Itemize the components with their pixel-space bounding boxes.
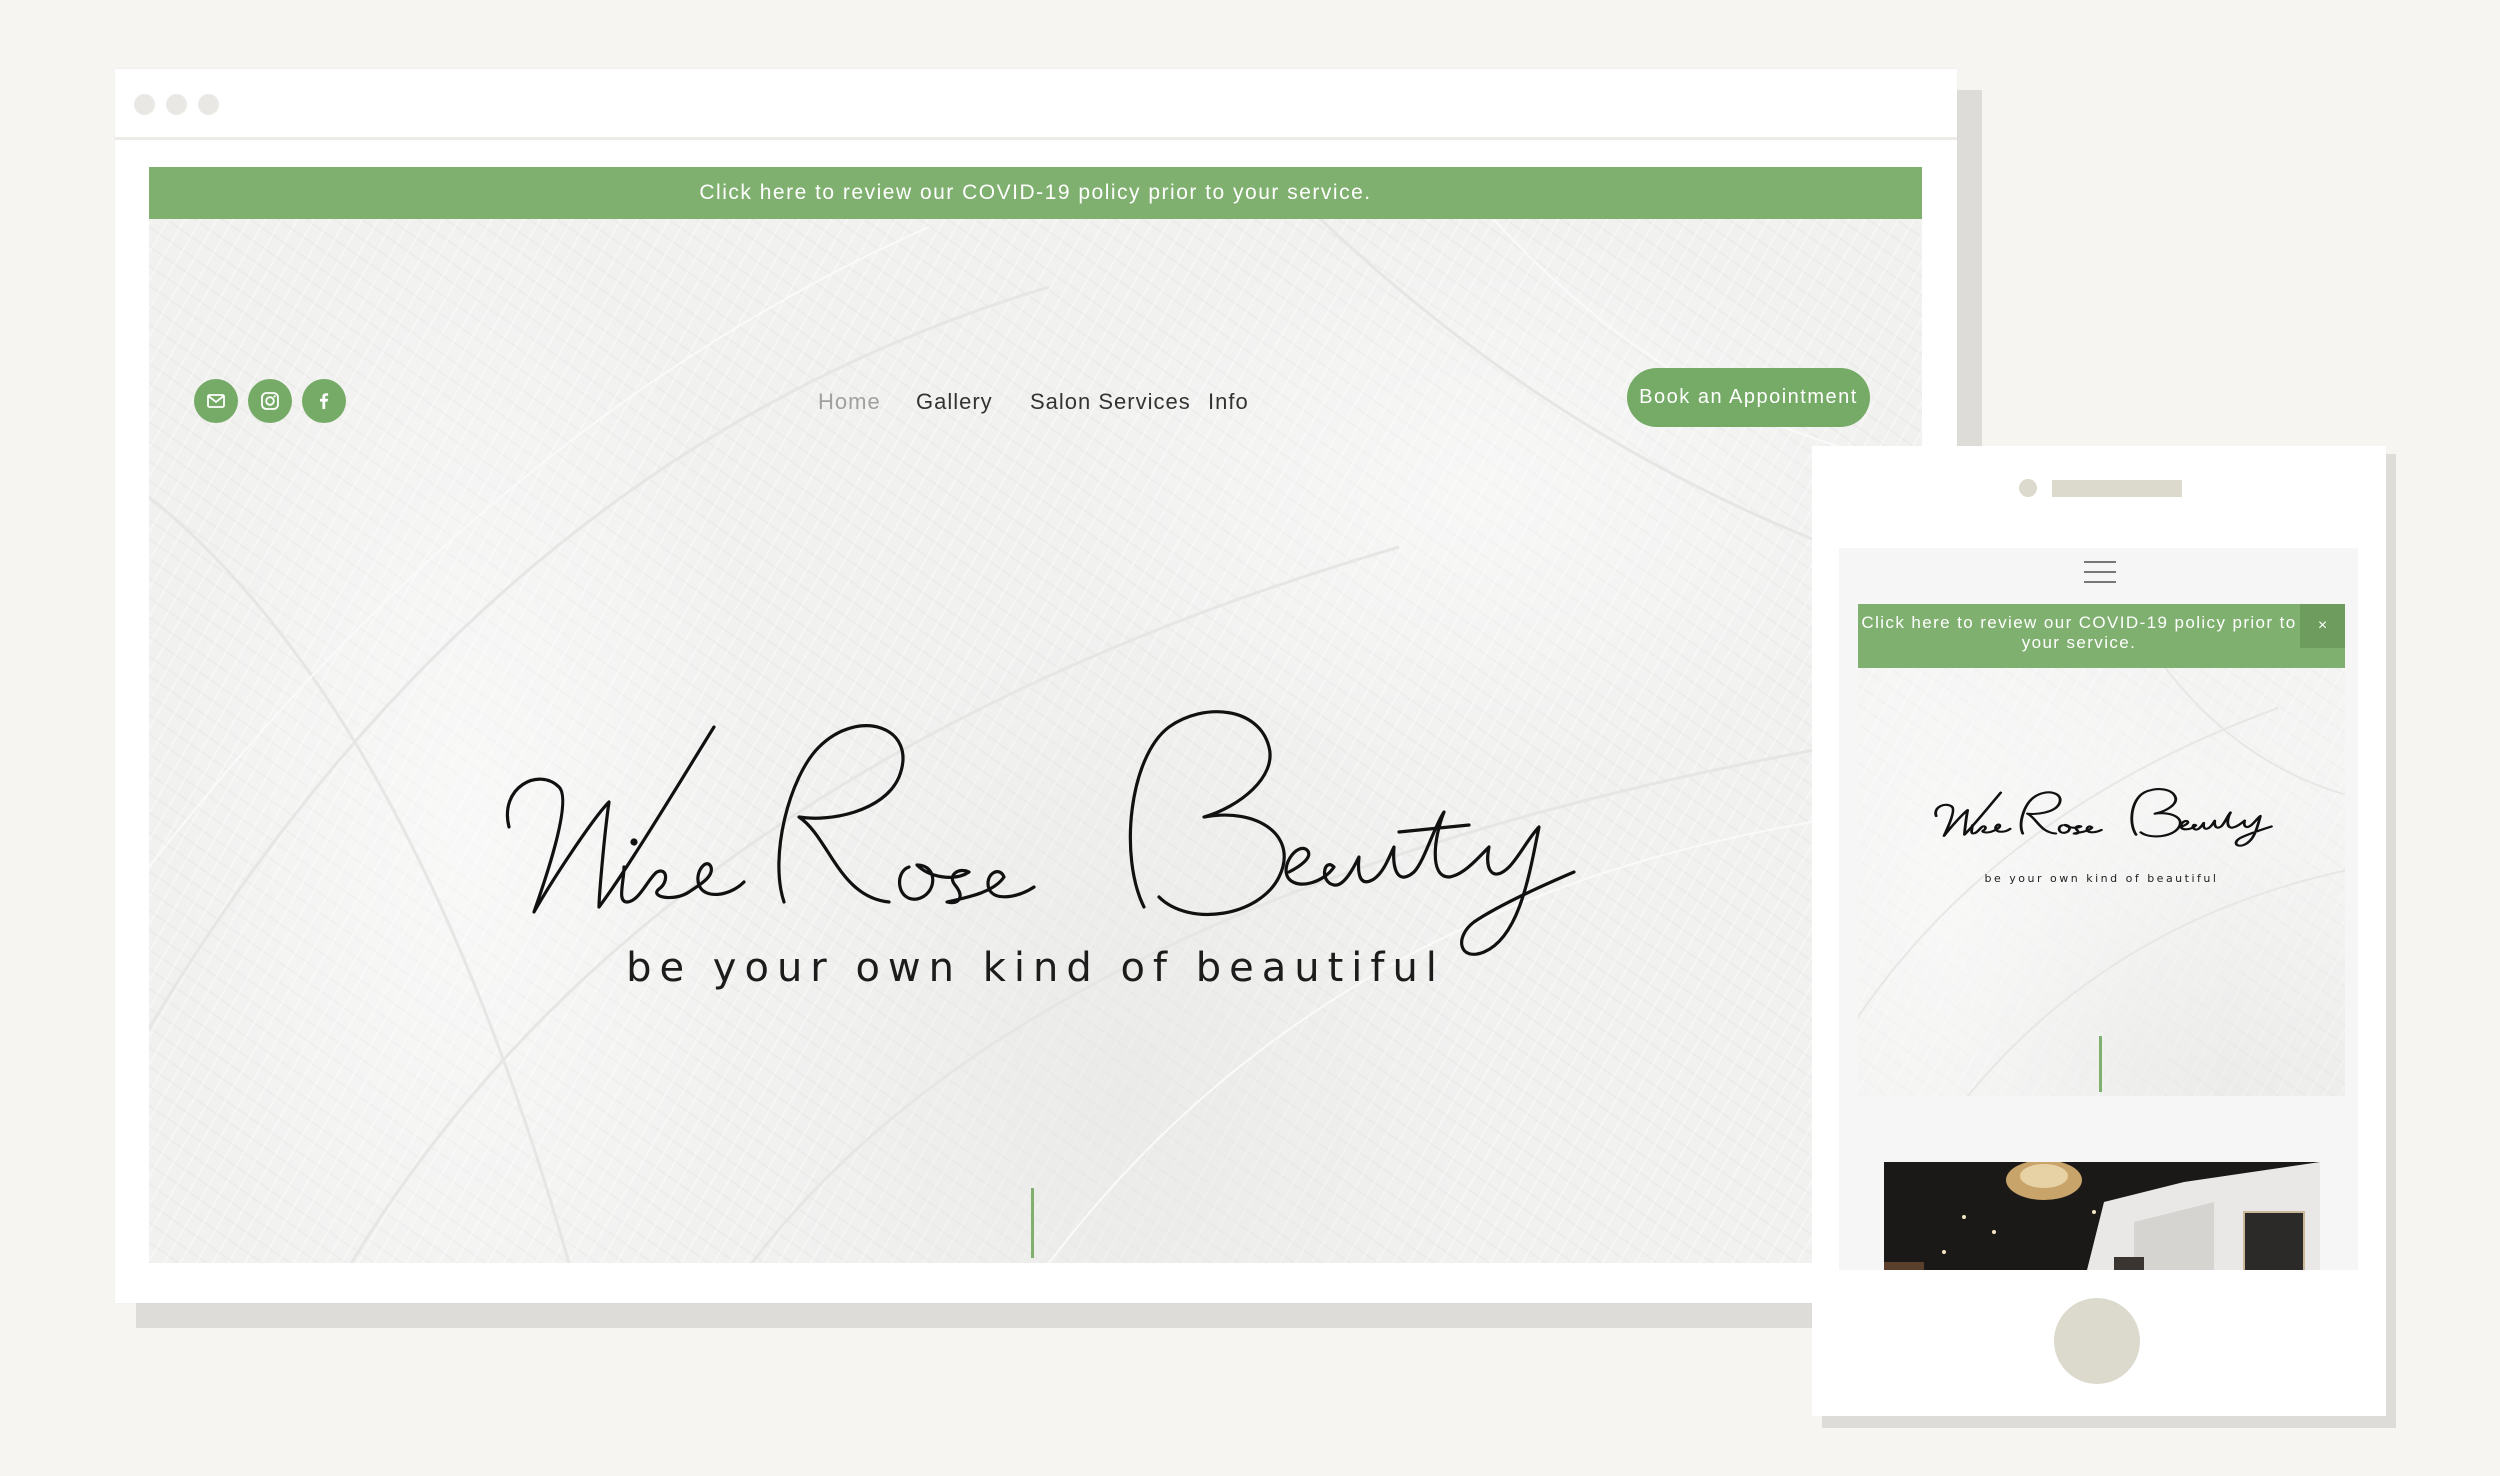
mobile-hero-title-logo [1933, 788, 2273, 858]
covid-policy-banner[interactable]: Click here to review our COVID-19 policy… [149, 167, 1922, 219]
instagram-icon [261, 392, 279, 410]
facebook-button[interactable] [302, 379, 346, 423]
mail-icon [207, 394, 225, 408]
salon-photo-illustration [1884, 1162, 2320, 1270]
facebook-icon [320, 393, 329, 409]
nav-home[interactable]: Home [818, 389, 881, 415]
mobile-script-logo [1934, 788, 2273, 847]
browser-titlebar [115, 69, 1957, 140]
desktop-viewport: Click here to review our COVID-19 policy… [149, 167, 1922, 1263]
phone-screen: Click here to review our COVID-19 policy… [1839, 548, 2358, 1270]
phone-home-button[interactable] [2054, 1298, 2140, 1384]
close-banner-button[interactable]: × [2300, 604, 2345, 648]
book-appointment-button[interactable]: Book an Appointment [1627, 368, 1870, 427]
window-close-dot[interactable] [134, 94, 155, 115]
desktop-browser-window: Click here to review our COVID-19 policy… [115, 69, 1957, 1303]
mobile-hero-subtitle: be your own kind of beautiful [1984, 872, 2219, 885]
hamburger-menu-icon[interactable] [2084, 560, 2116, 584]
phone-camera [2019, 479, 2037, 497]
hero-subtitle: be your own kind of beautiful [626, 945, 1445, 991]
mobile-scroll-indicator-line [2099, 1036, 2102, 1092]
phone-device: Click here to review our COVID-19 policy… [1812, 446, 2386, 1416]
mobile-hero: be your own kind of beautiful [1858, 668, 2345, 1096]
nav-salon-services[interactable]: Salon Services [1030, 389, 1191, 415]
mail-button[interactable] [194, 379, 238, 423]
window-maximize-dot[interactable] [198, 94, 219, 115]
mobile-covid-banner-text[interactable]: Click here to review our COVID-19 policy… [1858, 613, 2300, 653]
instagram-button[interactable] [248, 379, 292, 423]
mobile-covid-banner: Click here to review our COVID-19 policy… [1858, 604, 2345, 668]
nav-gallery[interactable]: Gallery [916, 389, 993, 415]
window-minimize-dot[interactable] [166, 94, 187, 115]
phone-speaker [2052, 480, 2182, 497]
nav-info[interactable]: Info [1208, 389, 1249, 415]
scroll-indicator-line [1031, 1188, 1034, 1258]
salon-interior-photo [1884, 1162, 2320, 1270]
